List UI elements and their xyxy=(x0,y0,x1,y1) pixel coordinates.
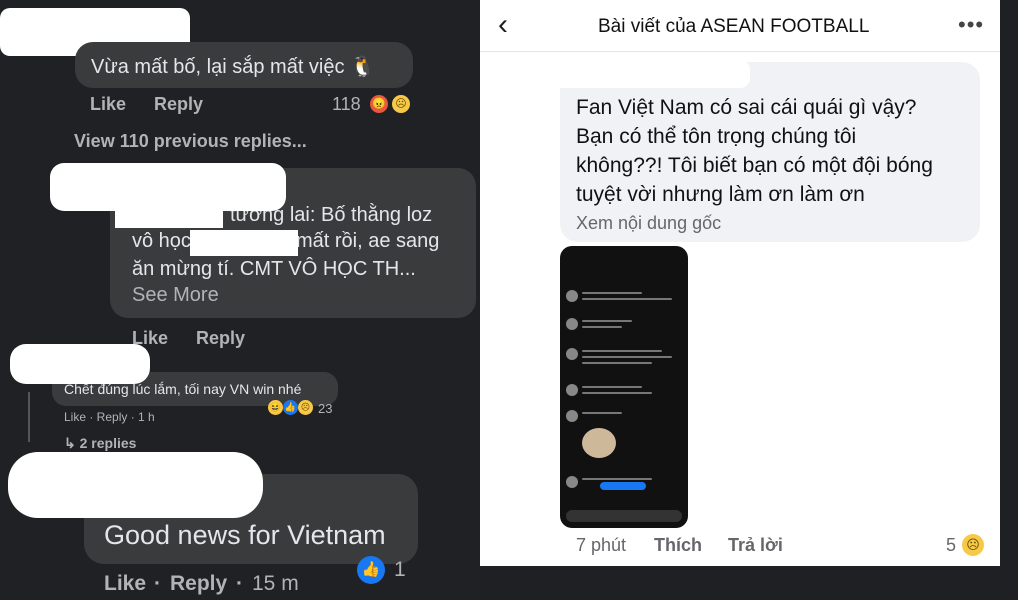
post-comment-bubble: Fan Việt Nam có sai cái quái gì vậy? Bạn… xyxy=(560,62,980,242)
like-button[interactable]: Thích xyxy=(654,535,702,556)
new-comments-pill xyxy=(600,482,646,490)
comment-line: mất rồi, ae sang xyxy=(296,230,440,252)
post-line: không??! Tôi biết bạn có một đội bóng xyxy=(576,154,933,177)
separator-dot: · xyxy=(236,572,243,595)
post-header: ‹ Bài viết của ASEAN FOOTBALL ••• xyxy=(480,0,1000,52)
sad-reaction-icon: ☹ xyxy=(392,95,410,113)
see-original-link[interactable]: Xem nội dung gốc xyxy=(576,213,721,234)
comment-text: Vừa mất bố, lại sắp mất việc 🐧 xyxy=(91,56,375,78)
replies-link[interactable]: ↳ 2 replies xyxy=(64,435,136,452)
bottom-margin xyxy=(480,566,1018,600)
comment-text: Good news for Vietnam xyxy=(104,520,386,550)
thread-line xyxy=(28,392,30,442)
like-reaction-icon: 👍 xyxy=(283,400,298,415)
reaction-count: 118 xyxy=(332,94,361,114)
reply-button[interactable]: Reply xyxy=(196,328,245,349)
like-button[interactable]: Like xyxy=(104,572,146,596)
redacted-name xyxy=(512,60,750,88)
redacted-text xyxy=(190,230,298,256)
redacted-text xyxy=(115,202,223,228)
comment-time: 15 m xyxy=(252,572,299,595)
more-horizontal-icon[interactable]: ••• xyxy=(958,12,984,38)
reaction-count: 5 xyxy=(946,535,957,555)
post-line: tuyệt vời nhưng làm ơn làm ơn xyxy=(576,183,865,206)
comment-input xyxy=(566,510,682,522)
reply-button[interactable]: Reply xyxy=(154,94,203,115)
post-line: Fan Việt Nam có sai cái quái gì vậy? xyxy=(576,96,917,119)
comment-bubble-1: Vừa mất bố, lại sắp mất việc 🐧 xyxy=(75,42,413,88)
separator-dot: · xyxy=(154,572,161,595)
reply-button[interactable]: Reply xyxy=(170,572,227,596)
sad-reaction-icon: ☹ xyxy=(298,400,313,415)
like-reaction-icon: 👍 xyxy=(357,556,385,584)
post-line: Bạn có thể tôn trọng chúng tôi xyxy=(576,125,857,148)
redacted-name xyxy=(10,344,150,384)
view-previous-replies-link[interactable]: View 110 previous replies... xyxy=(74,131,307,152)
comment-line: vô học xyxy=(132,230,191,252)
chevron-left-icon[interactable]: ‹ xyxy=(498,8,508,42)
angry-reaction-icon: 😠 xyxy=(370,95,388,113)
page-title: Bài viết của ASEAN FOOTBALL xyxy=(598,16,870,37)
right-edge-margin xyxy=(1000,0,1018,600)
screenshot-thumbnail[interactable] xyxy=(560,246,688,528)
reaction-count: 1 xyxy=(394,558,406,581)
see-more-link[interactable]: See More xyxy=(132,284,219,307)
redacted-name xyxy=(8,452,263,518)
sticker xyxy=(582,428,616,458)
post-time: 7 phút xyxy=(576,535,627,555)
like-button[interactable]: Like xyxy=(90,94,126,115)
sad-reaction-icon: ☹ xyxy=(962,534,984,556)
reaction-count: 23 xyxy=(318,401,333,416)
comment-line: ăn mừng tí. CMT VÔ HỌC TH... xyxy=(132,258,416,280)
comment-meta[interactable]: Like · Reply · 1 h xyxy=(64,410,155,424)
reply-button[interactable]: Trả lời xyxy=(728,535,783,556)
haha-reaction-icon: 😆 xyxy=(268,400,283,415)
